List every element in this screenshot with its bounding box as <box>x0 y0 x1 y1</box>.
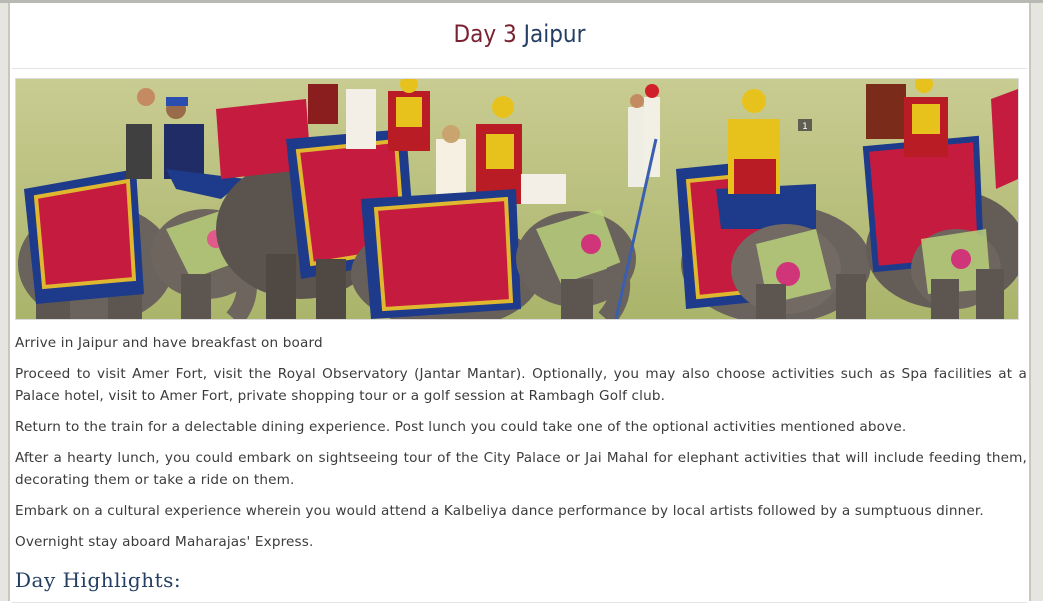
page-title: Day 3 Jaipur <box>10 20 1029 48</box>
day-label: Day 3 <box>453 20 517 48</box>
title-divider <box>12 68 1027 69</box>
elephant-illustration: 1 <box>16 79 1018 319</box>
day-highlights-heading: Day Highlights: <box>15 568 182 592</box>
photo-badge: 1 <box>798 119 812 132</box>
elephant-photo: 1 <box>15 78 1019 320</box>
right-border <box>1029 3 1043 601</box>
paragraph-overnight: Overnight stay aboard Maharajas' Express… <box>15 534 314 550</box>
paragraph-arrive: Arrive in Jaipur and have breakfast on b… <box>15 335 323 351</box>
content-area: Day 3 Jaipur 1 Arrive in Jaipur and have… <box>10 6 1029 603</box>
left-border <box>0 3 10 601</box>
photo-badge-text: 1 <box>802 122 808 132</box>
page-frame: Day 3 Jaipur 1 Arrive in Jaipur and have… <box>0 0 1043 603</box>
city-label: Jaipur <box>523 20 586 48</box>
paragraph-lunch: After a hearty lunch, you could embark o… <box>15 450 1027 488</box>
paragraph-cultural: Embark on a cultural experience wherein … <box>15 503 984 519</box>
paragraph-return: Return to the train for a delectable din… <box>15 419 907 435</box>
paragraph-visit: Proceed to visit Amer Fort, visit the Ro… <box>15 366 1027 404</box>
day-description: Arrive in Jaipur and have breakfast on b… <box>15 332 1027 562</box>
